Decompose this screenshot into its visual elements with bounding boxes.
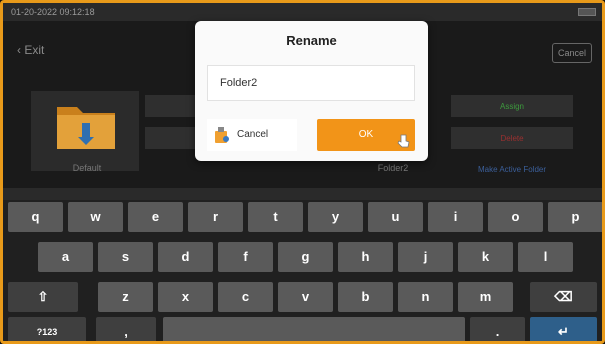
folder-default-label: Default bbox=[72, 163, 102, 173]
key-r[interactable]: r bbox=[188, 202, 243, 232]
key-k[interactable]: k bbox=[458, 242, 513, 272]
delete-label: Delete bbox=[500, 134, 524, 143]
key-v[interactable]: v bbox=[278, 282, 333, 312]
dialog-title: Rename bbox=[286, 33, 337, 48]
key-u[interactable]: u bbox=[368, 202, 423, 232]
left-bar-2 bbox=[145, 127, 195, 149]
cancel-top-button[interactable]: Cancel bbox=[552, 43, 592, 63]
key-i[interactable]: i bbox=[428, 202, 483, 232]
key-j[interactable]: j bbox=[398, 242, 453, 272]
key-p[interactable]: p bbox=[548, 202, 602, 232]
comma-key[interactable]: , bbox=[96, 317, 156, 341]
assign-label: Assign bbox=[499, 102, 524, 111]
shift-icon: ⇧ bbox=[37, 289, 49, 304]
key-f[interactable]: f bbox=[218, 242, 273, 272]
key-l[interactable]: l bbox=[518, 242, 573, 272]
chevron-left-icon: ‹ bbox=[17, 43, 21, 57]
key-m[interactable]: m bbox=[458, 282, 513, 312]
status-datetime: 01-20-2022 09:12:18 bbox=[11, 7, 95, 17]
key-o[interactable]: o bbox=[488, 202, 543, 232]
make-active-folder-link[interactable]: Make Active Folder bbox=[451, 165, 573, 174]
ok-button[interactable]: OK bbox=[317, 119, 415, 151]
key-e[interactable]: e bbox=[128, 202, 183, 232]
exit-button[interactable]: ‹ Exit bbox=[17, 43, 44, 57]
symbols-key[interactable]: ?123 bbox=[8, 317, 86, 341]
status-bar: 01-20-2022 09:12:18 bbox=[3, 3, 602, 21]
key-y[interactable]: y bbox=[308, 202, 363, 232]
device-frame: 01-20-2022 09:12:18 ‹ Exit Cancel Defaul… bbox=[0, 0, 605, 344]
space-key[interactable] bbox=[163, 317, 465, 341]
key-n[interactable]: n bbox=[398, 282, 453, 312]
exit-label: Exit bbox=[24, 43, 45, 57]
battery-icon bbox=[578, 8, 596, 16]
cancel-button[interactable]: Cancel bbox=[207, 119, 297, 151]
backspace-key[interactable]: ⌫ bbox=[530, 282, 597, 312]
shift-key[interactable]: ⇧ bbox=[8, 282, 78, 312]
folder-name-input[interactable] bbox=[207, 65, 415, 101]
cancel-label: Cancel bbox=[237, 129, 269, 140]
key-w[interactable]: w bbox=[68, 202, 123, 232]
key-g[interactable]: g bbox=[278, 242, 333, 272]
key-z[interactable]: z bbox=[98, 282, 153, 312]
key-d[interactable]: d bbox=[158, 242, 213, 272]
key-s[interactable]: s bbox=[98, 242, 153, 272]
period-key[interactable]: . bbox=[470, 317, 525, 341]
folder-icon[interactable] bbox=[55, 99, 117, 151]
cancel-icon bbox=[215, 127, 229, 143]
enter-icon: ↵ bbox=[558, 324, 569, 339]
folder2-label: Folder2 bbox=[377, 163, 409, 173]
key-h[interactable]: h bbox=[338, 242, 393, 272]
key-q[interactable]: q bbox=[8, 202, 63, 232]
key-t[interactable]: t bbox=[248, 202, 303, 232]
rename-dialog: Rename Cancel OK bbox=[195, 21, 428, 161]
key-c[interactable]: c bbox=[218, 282, 273, 312]
key-b[interactable]: b bbox=[338, 282, 393, 312]
keyboard-top-bar bbox=[3, 188, 602, 200]
enter-key[interactable]: ↵ bbox=[530, 317, 597, 341]
hand-pointer-icon bbox=[397, 134, 410, 148]
backspace-icon: ⌫ bbox=[554, 289, 573, 304]
left-bar-1 bbox=[145, 95, 195, 117]
key-x[interactable]: x bbox=[158, 282, 213, 312]
key-a[interactable]: a bbox=[38, 242, 93, 272]
